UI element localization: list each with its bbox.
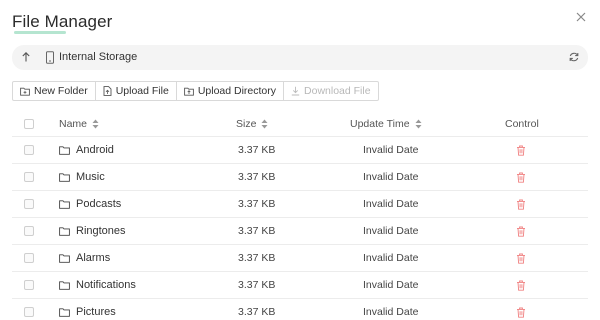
- download-icon: [291, 86, 300, 96]
- folder-icon: [59, 145, 70, 155]
- refresh-icon[interactable]: [568, 51, 580, 63]
- file-update-time: Invalid Date: [363, 252, 419, 264]
- update-time-column-header[interactable]: Update Time: [350, 111, 422, 136]
- file-table: Name Size Update Time Control Android 3.…: [12, 111, 588, 320]
- arrow-up-icon[interactable]: [20, 51, 32, 63]
- name-header-label: Name: [59, 117, 88, 130]
- title-accent-underline: [14, 31, 66, 34]
- update-time-header-label: Update Time: [350, 117, 410, 130]
- file-name-cell[interactable]: Ringtones: [59, 218, 126, 244]
- toolbar: New Folder Upload File Upload Directory …: [12, 81, 379, 101]
- file-name-cell[interactable]: Alarms: [59, 245, 110, 271]
- phone-icon: [46, 51, 54, 64]
- folder-upload-icon: [183, 87, 194, 96]
- folder-icon: [59, 280, 70, 290]
- file-name-cell[interactable]: Music: [59, 164, 105, 190]
- file-update-time: Invalid Date: [363, 144, 419, 156]
- size-column-header[interactable]: Size: [236, 111, 268, 136]
- file-update-time: Invalid Date: [363, 198, 419, 210]
- file-size: 3.37 KB: [238, 252, 276, 264]
- control-column-header: Control: [505, 111, 539, 136]
- trash-icon[interactable]: [516, 145, 526, 156]
- file-size: 3.37 KB: [238, 225, 276, 237]
- row-checkbox[interactable]: [24, 280, 34, 290]
- dialog-title: File Manager: [12, 12, 113, 31]
- file-size: 3.37 KB: [238, 306, 276, 318]
- file-size: 3.37 KB: [238, 171, 276, 183]
- file-name: Podcasts: [76, 198, 122, 210]
- trash-icon[interactable]: [516, 307, 526, 318]
- row-checkbox[interactable]: [24, 172, 34, 182]
- trash-icon[interactable]: [516, 253, 526, 264]
- control-header-label: Control: [505, 117, 539, 130]
- file-name-cell[interactable]: Notifications: [59, 272, 136, 298]
- folder-icon: [59, 199, 70, 209]
- trash-icon[interactable]: [516, 226, 526, 237]
- row-checkbox[interactable]: [24, 253, 34, 263]
- table-row[interactable]: Music 3.37 KB Invalid Date: [12, 164, 588, 191]
- path-bar: Internal Storage: [12, 45, 588, 70]
- current-path: Internal Storage: [59, 51, 138, 63]
- file-name: Ringtones: [76, 225, 126, 237]
- new-folder-label: New Folder: [34, 85, 88, 97]
- table-row[interactable]: Podcasts 3.37 KB Invalid Date: [12, 191, 588, 218]
- table-header: Name Size Update Time Control: [12, 111, 588, 137]
- trash-icon[interactable]: [516, 172, 526, 183]
- folder-icon: [59, 172, 70, 182]
- table-row[interactable]: Pictures 3.37 KB Invalid Date: [12, 299, 588, 320]
- download-file-label: Download File: [304, 85, 371, 97]
- row-checkbox[interactable]: [24, 226, 34, 236]
- file-manager-dialog: File Manager Internal Storage New Folder: [0, 0, 600, 320]
- select-all-checkbox[interactable]: [24, 118, 34, 129]
- row-checkbox[interactable]: [24, 307, 34, 317]
- name-column-header[interactable]: Name: [59, 111, 99, 136]
- close-icon[interactable]: [574, 10, 588, 24]
- download-file-button[interactable]: Download File: [284, 81, 379, 101]
- folder-icon: [59, 226, 70, 236]
- sort-icon[interactable]: [415, 119, 422, 129]
- table-row[interactable]: Alarms 3.37 KB Invalid Date: [12, 245, 588, 272]
- file-size: 3.37 KB: [238, 279, 276, 291]
- file-update-time: Invalid Date: [363, 171, 419, 183]
- row-checkbox[interactable]: [24, 145, 34, 155]
- file-name-cell[interactable]: Pictures: [59, 299, 116, 320]
- folder-icon: [59, 307, 70, 317]
- table-row[interactable]: Notifications 3.37 KB Invalid Date: [12, 272, 588, 299]
- upload-file-button[interactable]: Upload File: [95, 81, 177, 101]
- upload-file-label: Upload File: [115, 85, 169, 97]
- file-update-time: Invalid Date: [363, 306, 419, 318]
- file-name-cell[interactable]: Podcasts: [59, 191, 121, 217]
- file-size: 3.37 KB: [238, 198, 276, 210]
- folder-icon: [59, 253, 70, 263]
- file-size: 3.37 KB: [238, 144, 276, 156]
- file-name: Notifications: [76, 279, 136, 291]
- sort-icon[interactable]: [261, 119, 268, 129]
- sort-icon[interactable]: [92, 119, 99, 129]
- file-update-time: Invalid Date: [363, 225, 419, 237]
- size-header-label: Size: [236, 117, 257, 130]
- row-checkbox[interactable]: [24, 199, 34, 209]
- table-row[interactable]: Android 3.37 KB Invalid Date: [12, 137, 588, 164]
- table-row[interactable]: Ringtones 3.37 KB Invalid Date: [12, 218, 588, 245]
- file-name-cell[interactable]: Android: [59, 137, 114, 163]
- new-folder-button[interactable]: New Folder: [12, 81, 96, 101]
- file-update-time: Invalid Date: [363, 279, 419, 291]
- file-upload-icon: [103, 86, 112, 96]
- trash-icon[interactable]: [516, 280, 526, 291]
- folder-plus-icon: [20, 87, 30, 96]
- file-name: Alarms: [76, 252, 111, 264]
- upload-directory-button[interactable]: Upload Directory: [176, 81, 285, 101]
- file-name: Music: [76, 171, 105, 183]
- upload-directory-label: Upload Directory: [197, 85, 277, 97]
- trash-icon[interactable]: [516, 199, 526, 210]
- file-name: Pictures: [76, 306, 116, 318]
- file-name: Android: [76, 144, 114, 156]
